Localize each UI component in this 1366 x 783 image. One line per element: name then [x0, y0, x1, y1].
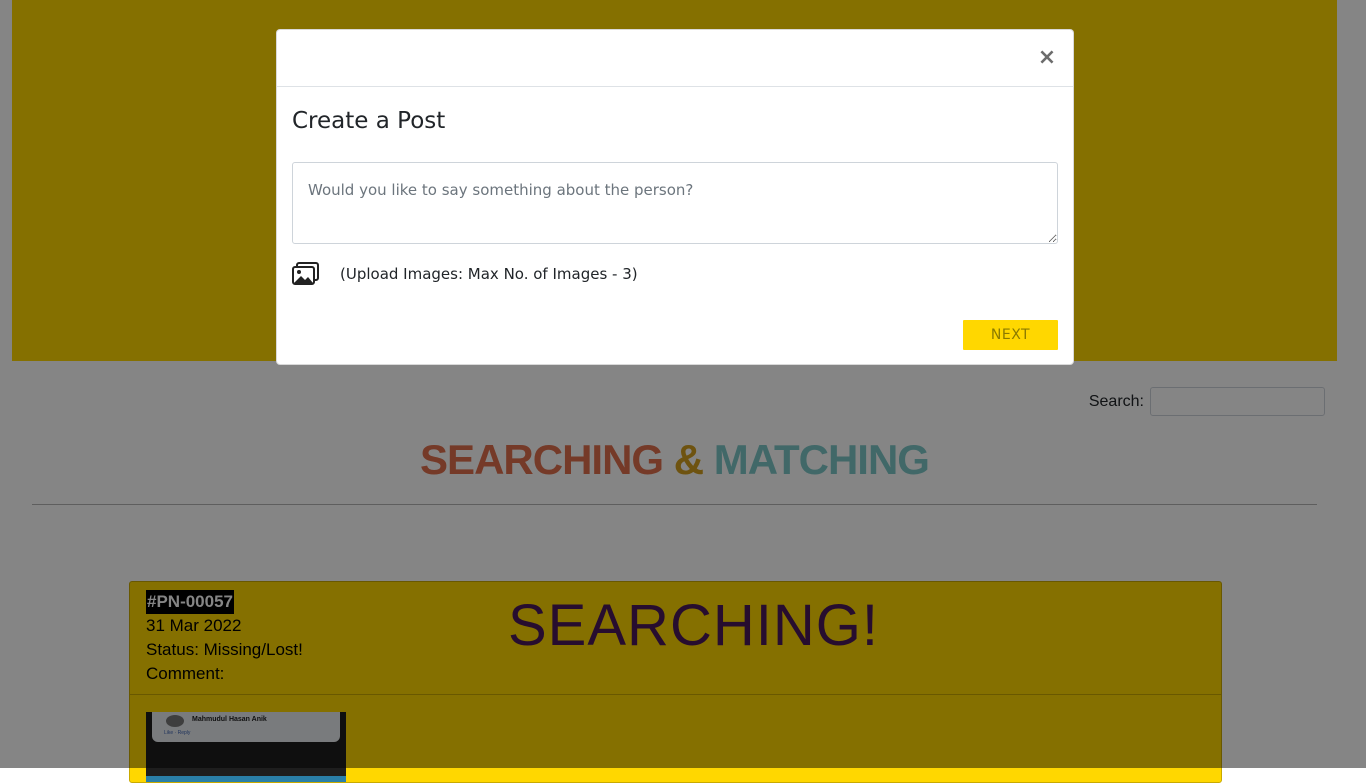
upload-row: (Upload Images: Max No. of Images - 3) [292, 262, 638, 286]
modal-header: × [277, 30, 1073, 87]
next-button[interactable]: NEXT [963, 320, 1058, 350]
upload-label: (Upload Images: Max No. of Images - 3) [340, 265, 638, 283]
images-icon[interactable] [292, 262, 319, 286]
create-post-modal: × Create a Post (Upload Images: Max No. … [276, 29, 1074, 365]
thumbnail-strip [146, 776, 346, 782]
modal-title: Create a Post [292, 108, 446, 134]
post-text-input[interactable] [292, 162, 1058, 244]
close-button[interactable]: × [1037, 47, 1057, 69]
